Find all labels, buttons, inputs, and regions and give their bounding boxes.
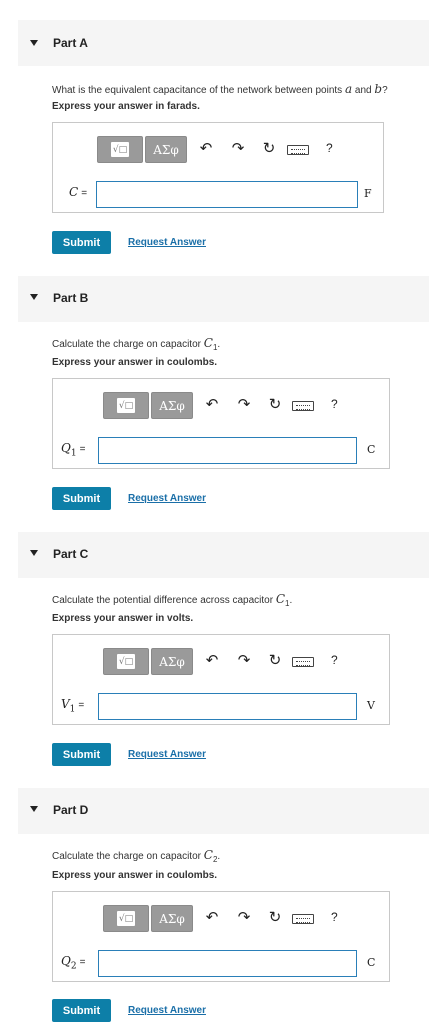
reset-icon[interactable]: ↻ (266, 909, 284, 927)
templates-button[interactable]: √□ (103, 392, 149, 419)
answer-instruction: Express your answer in coulombs. (52, 357, 218, 368)
keyboard-icon[interactable] (292, 401, 314, 411)
answer-instruction: Express your answer in farads. (52, 101, 200, 112)
redo-icon[interactable]: ↷ (235, 396, 253, 414)
reset-icon[interactable]: ↻ (266, 396, 284, 414)
part-title: Part A (53, 36, 88, 50)
greek-symbols-button[interactable]: ΑΣφ (151, 392, 193, 419)
request-answer-link[interactable]: Request Answer (128, 237, 206, 248)
greek-symbols-button[interactable]: ΑΣφ (145, 136, 187, 163)
answer-box: √□ ΑΣφ ↶ ↷ ↻ ? Q1 = C (52, 378, 390, 469)
submit-button[interactable]: Submit (52, 487, 111, 510)
math-toolbar: √□ ΑΣφ ↶ ↷ ↻ ? (103, 648, 383, 676)
undo-icon[interactable]: ↶ (197, 140, 215, 158)
submit-button[interactable]: Submit (52, 743, 111, 766)
unit-label: C (367, 443, 376, 456)
part-title: Part C (53, 547, 89, 561)
redo-icon[interactable]: ↷ (229, 140, 247, 158)
collapse-caret-icon[interactable] (30, 550, 38, 556)
answer-input[interactable] (98, 950, 357, 977)
variable-label: V1 = (61, 697, 85, 715)
question-text: Calculate the potential difference acros… (52, 592, 293, 608)
math-toolbar: √□ ΑΣφ ↶ ↷ ↻ ? (97, 136, 377, 164)
question-text: Calculate the charge on capacitor C2. (52, 848, 221, 864)
variable-label: Q1 = (61, 441, 86, 459)
answer-box: √□ ΑΣφ ↶ ↷ ↻ ? V1 = V (52, 634, 390, 725)
collapse-caret-icon[interactable] (30, 40, 38, 46)
templates-button[interactable]: √□ (103, 648, 149, 675)
answer-instruction: Express your answer in coulombs. (52, 870, 218, 881)
variable-label: C = (69, 185, 88, 199)
undo-icon[interactable]: ↶ (203, 396, 221, 414)
submit-button[interactable]: Submit (52, 999, 111, 1022)
help-icon[interactable]: ? (331, 910, 338, 924)
templates-button[interactable]: √□ (97, 136, 143, 163)
keyboard-icon[interactable] (292, 657, 314, 667)
help-icon[interactable]: ? (331, 397, 338, 411)
math-toolbar: √□ ΑΣφ ↶ ↷ ↻ ? (103, 392, 383, 420)
collapse-caret-icon[interactable] (30, 294, 38, 300)
greek-symbols-button[interactable]: ΑΣφ (151, 648, 193, 675)
reset-icon[interactable]: ↻ (266, 652, 284, 670)
unit-label: F (364, 187, 372, 200)
greek-symbols-button[interactable]: ΑΣφ (151, 905, 193, 932)
answer-box: √□ ΑΣφ ↶ ↷ ↻ ? Q2 = C (52, 891, 390, 982)
request-answer-link[interactable]: Request Answer (128, 1005, 206, 1016)
redo-icon[interactable]: ↷ (235, 652, 253, 670)
unit-label: C (367, 956, 376, 969)
answer-input[interactable] (98, 693, 357, 720)
collapse-caret-icon[interactable] (30, 806, 38, 812)
undo-icon[interactable]: ↶ (203, 652, 221, 670)
answer-instruction: Express your answer in volts. (52, 613, 194, 624)
templates-button[interactable]: √□ (103, 905, 149, 932)
request-answer-link[interactable]: Request Answer (128, 749, 206, 760)
undo-icon[interactable]: ↶ (203, 909, 221, 927)
reset-icon[interactable]: ↻ (260, 140, 278, 158)
answer-input[interactable] (98, 437, 357, 464)
help-icon[interactable]: ? (326, 141, 333, 155)
request-answer-link[interactable]: Request Answer (128, 493, 206, 504)
part-title: Part B (53, 291, 89, 305)
answer-input[interactable] (96, 181, 358, 208)
part-title: Part D (53, 803, 89, 817)
unit-label: V (367, 699, 375, 712)
question-text: Calculate the charge on capacitor C1. (52, 336, 221, 352)
submit-button[interactable]: Submit (52, 231, 111, 254)
help-icon[interactable]: ? (331, 653, 338, 667)
math-toolbar: √□ ΑΣφ ↶ ↷ ↻ ? (103, 905, 383, 933)
redo-icon[interactable]: ↷ (235, 909, 253, 927)
answer-box: √□ ΑΣφ ↶ ↷ ↻ ? C = F (52, 122, 384, 213)
variable-label: Q2 = (61, 954, 86, 972)
keyboard-icon[interactable] (292, 914, 314, 924)
question-text: What is the equivalent capacitance of th… (52, 82, 388, 96)
keyboard-icon[interactable] (287, 145, 309, 155)
